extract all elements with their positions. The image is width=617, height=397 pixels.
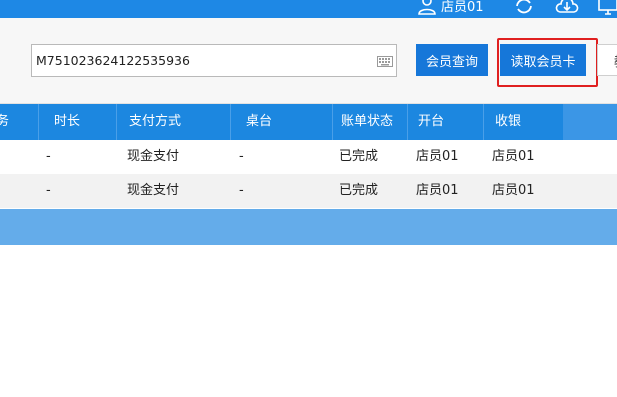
table-row[interactable]: - 现金支付 - 已完成 店员01 店员01 xyxy=(0,174,617,208)
table-row[interactable]: - 现金支付 - 已完成 店员01 店员01 xyxy=(0,140,617,174)
table-footer-bar xyxy=(0,209,617,245)
cell-duration: - xyxy=(46,183,51,198)
cell-cashier: 店员01 xyxy=(492,183,535,198)
col-header-payment[interactable]: 支付方式 xyxy=(129,104,181,140)
column-divider xyxy=(116,104,117,140)
cell-cashier: 店员01 xyxy=(492,149,535,164)
cell-open: 店员01 xyxy=(416,149,459,164)
cell-status: 已完成 xyxy=(339,183,379,198)
col-header-table[interactable]: 桌台 xyxy=(246,104,272,140)
monitor-icon[interactable] xyxy=(597,0,617,16)
cell-payment: 现金支付 xyxy=(127,183,180,198)
refresh-icon[interactable] xyxy=(514,0,534,16)
orders-table: 务 时长 支付方式 桌台 账单状态 开台 收银 - 现金支付 - 已完成 店员0… xyxy=(0,104,617,208)
cell-table: - xyxy=(239,183,244,198)
column-divider xyxy=(230,104,231,140)
column-divider xyxy=(483,104,484,140)
member-card-input[interactable] xyxy=(31,44,397,77)
col-header-service[interactable]: 务 xyxy=(0,104,9,140)
col-header-cashier[interactable]: 收银 xyxy=(495,104,521,140)
column-divider xyxy=(332,104,333,140)
col-header-duration[interactable]: 时长 xyxy=(54,104,80,140)
cell-payment: 现金支付 xyxy=(127,149,180,164)
search-toolbar: 会员查询 读取会员卡 教 xyxy=(0,18,617,104)
cell-duration: - xyxy=(46,149,51,164)
column-divider xyxy=(38,104,39,140)
more-button[interactable]: 教 xyxy=(597,44,617,76)
keyboard-icon[interactable] xyxy=(377,56,393,67)
user-name: 店员01 xyxy=(441,0,484,15)
cell-open: 店员01 xyxy=(416,183,459,198)
col-header-status[interactable]: 账单状态 xyxy=(341,104,393,140)
cloud-download-icon[interactable] xyxy=(555,0,579,16)
user-icon xyxy=(418,0,436,15)
current-user[interactable]: 店员01 xyxy=(417,0,484,16)
cell-status: 已完成 xyxy=(339,149,379,164)
top-header-bar: 店员01 xyxy=(0,0,617,18)
highlight-box xyxy=(497,38,598,87)
cell-table: - xyxy=(239,149,244,164)
header-filler xyxy=(563,104,617,140)
col-header-open[interactable]: 开台 xyxy=(418,104,444,140)
table-header: 务 时长 支付方式 桌台 账单状态 开台 收银 xyxy=(0,104,617,140)
column-divider xyxy=(407,104,408,140)
member-query-button[interactable]: 会员查询 xyxy=(416,44,488,76)
